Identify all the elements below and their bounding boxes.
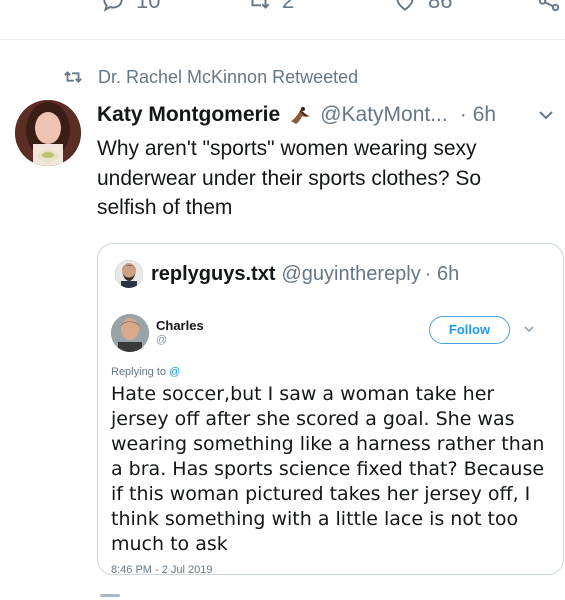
tweet-action-bar: 10 2 86 [0,0,565,40]
retweet-icon [64,71,82,83]
replying-to-handle: @ [169,366,181,378]
screenshot-tweet-text: Hate soccer,but I saw a woman take her j… [111,383,545,555]
chevron-down-icon[interactable] [535,104,557,126]
share-icon [538,0,560,12]
quoted-display-name: replyguys.txt [151,262,276,285]
retweet-count: 2 [282,0,295,13]
share-button[interactable] [536,0,562,14]
quoted-handle: @guyinthereply [281,262,421,285]
quoted-tweet-card[interactable]: replyguys.txt @guyinthereply · 6h Charle… [97,243,564,575]
screenshot-avatar [111,314,149,352]
reply-button[interactable]: 10 [100,0,160,14]
reply-count: 10 [136,0,161,13]
display-name[interactable]: Katy Montgomerie [97,103,280,127]
quoted-tweet-header: replyguys.txt @guyinthereply · 6h [115,260,459,288]
chevron-down-icon [524,326,534,333]
avatar[interactable] [15,100,81,166]
next-tweet-edge [100,594,120,597]
tweet-text: Why aren't "sports" women wearing sexy u… [97,137,482,219]
user-handle[interactable]: @KatyMont... [320,103,448,127]
quoted-avatar [115,260,143,288]
replying-to-text: Replying to [111,366,167,378]
screenshot-name: Charles [156,318,204,333]
avatar-photo [15,100,81,166]
retweet-button[interactable]: 2 [246,0,294,14]
quoted-timestamp: · 6h [424,262,460,285]
screenshot-date: 8:46 PM - 2 Jul 2019 [111,564,213,575]
retweet-icon [251,0,270,9]
embedded-tweet-screenshot: Charles @ Follow Replying to @ Hate socc… [98,302,563,575]
like-count: 86 [428,0,453,13]
heart-icon [396,0,414,11]
retweeted-by-header[interactable]: Dr. Rachel McKinnon Retweeted [62,66,358,88]
screenshot-handle: @ [156,334,168,346]
follow-button: Follow [429,316,510,344]
tweet-timestamp[interactable]: 6h [473,103,496,127]
reply-icon [103,0,123,12]
retweeted-by-text: Dr. Rachel McKinnon Retweeted [98,66,359,87]
dancer-emoji-icon [291,107,311,124]
tweet-header: Katy Montgomerie @KatyMont... · 6h [97,101,557,129]
separator-dot: · [459,103,467,126]
like-button[interactable]: 86 [392,0,452,14]
replying-to-label: Replying to @ [111,366,180,378]
